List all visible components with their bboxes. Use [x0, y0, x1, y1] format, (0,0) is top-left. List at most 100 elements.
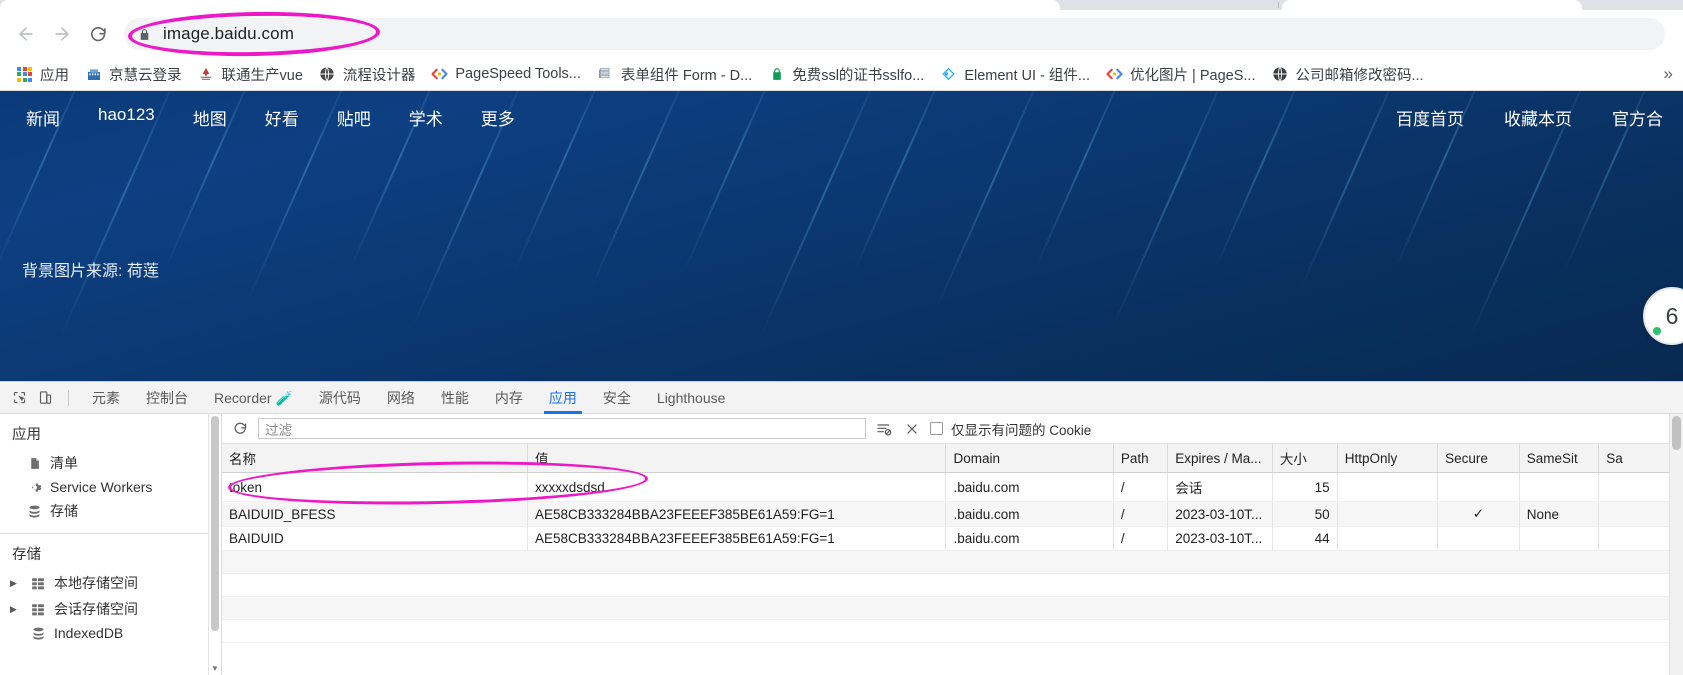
column-header-name[interactable]: 名称: [222, 444, 528, 473]
filter-input[interactable]: 过滤: [258, 418, 866, 439]
column-header-path[interactable]: Path: [1113, 444, 1169, 473]
bookmark-optimize-images[interactable]: 优化图片 | PageS...: [1098, 61, 1263, 88]
sidebar-item-storage[interactable]: 存储: [0, 498, 221, 524]
tab-lighthouse[interactable]: Lighthouse: [644, 382, 739, 414]
sidebar-item-service-workers[interactable]: Service Workers: [0, 476, 221, 498]
nav-item-official[interactable]: 官方合: [1612, 105, 1663, 130]
cell-name: BAIDUID_BFESS: [222, 501, 528, 527]
cell-value: xxxxxdsdsd: [527, 472, 947, 502]
browser-tab-other[interactable]: [1282, 0, 1582, 10]
bookmark-pagespeed-tools[interactable]: PageSpeed Tools...: [423, 63, 589, 86]
tab-network[interactable]: 网络: [374, 382, 428, 414]
bookmarks-overflow-button[interactable]: »: [1664, 64, 1673, 84]
database-icon: [26, 503, 42, 519]
devtools-tab-bar: 元素 控制台 Recorder 🧪 源代码 网络 性能 内存 应用 安全 Lig…: [0, 382, 1683, 414]
chevron-right-icon[interactable]: ▶: [10, 578, 22, 589]
url-text: image.baidu.com: [163, 24, 294, 43]
clear-filters-icon[interactable]: [874, 419, 894, 439]
nav-item-bookmark-page[interactable]: 收藏本页: [1504, 105, 1572, 130]
table-row[interactable]: BAIDUID_BFESS AE58CB333284BBA23FEEEF385B…: [222, 501, 1683, 527]
bookmark-flow-designer[interactable]: 流程设计器: [311, 61, 424, 88]
cookies-filter-bar: 过滤 仅显示有问题的 Cookie: [222, 414, 1683, 444]
sidebar-item-session-storage[interactable]: ▶ 会话存储空间: [0, 596, 221, 622]
nav-item-baidu-home[interactable]: 百度首页: [1396, 105, 1464, 130]
bookmark-jinghuiyun[interactable]: 京慧云登录: [77, 61, 190, 88]
bookmark-element-ui[interactable]: Element UI - 组件...: [932, 61, 1098, 88]
bookmark-label: PageSpeed Tools...: [455, 66, 581, 82]
reload-icon[interactable]: [80, 16, 116, 52]
column-header-expires[interactable]: Expires / Ma...: [1167, 444, 1273, 473]
code-icon: [431, 66, 448, 83]
filter-placeholder: 过滤: [265, 422, 292, 438]
device-toolbar-icon[interactable]: [32, 386, 58, 410]
column-header-secure[interactable]: Secure: [1437, 444, 1520, 473]
browser-tab-active[interactable]: [0, 0, 1060, 10]
tab-elements[interactable]: 元素: [79, 382, 133, 414]
sidebar-item-local-storage[interactable]: ▶ 本地存储空间: [0, 570, 221, 596]
cell-path: /: [1113, 526, 1169, 551]
bookmark-form-component[interactable]: 表单组件 Form - D...: [589, 61, 760, 88]
column-header-domain[interactable]: Domain: [945, 444, 1114, 473]
nav-item-academic[interactable]: 学术: [409, 105, 443, 130]
inspect-element-icon[interactable]: [6, 386, 32, 410]
baidu-nav-right: 百度首页 收藏本页 官方合: [1396, 105, 1663, 130]
table-row[interactable]: BAIDUID AE58CB333284BBA23FEEEF385BE61A59…: [222, 526, 1683, 551]
back-arrow-icon[interactable]: [8, 16, 44, 52]
table-header-row: 名称 值 Domain Path Expires / Ma... 大小 Http…: [222, 444, 1683, 473]
column-header-httponly[interactable]: HttpOnly: [1337, 444, 1439, 473]
sidebar-item-manifest[interactable]: 清单: [0, 450, 221, 476]
cookies-table-container: 名称 值 Domain Path Expires / Ma... 大小 Http…: [222, 444, 1683, 675]
table-row-empty: [222, 550, 1683, 574]
cell-value: AE58CB333284BBA23FEEEF385BE61A59:FG=1: [527, 501, 947, 527]
tab-console[interactable]: 控制台: [133, 382, 201, 414]
nav-item-haokan[interactable]: 好看: [265, 105, 299, 130]
table-row[interactable]: token xxxxxdsdsd .baidu.com / 会话 15: [222, 472, 1683, 502]
cell-httponly: [1337, 501, 1439, 527]
bookmark-apps[interactable]: 应用: [8, 61, 77, 88]
column-header-samesite[interactable]: SameSit: [1519, 444, 1600, 473]
bookmark-label: 公司邮箱修改密码...: [1295, 67, 1424, 84]
nav-item-more[interactable]: 更多: [481, 105, 515, 130]
cookies-table-scrollbar[interactable]: [1669, 414, 1683, 675]
tab-recorder[interactable]: Recorder 🧪: [201, 382, 306, 414]
cell-size: 50: [1272, 501, 1338, 527]
tab-memory[interactable]: 内存: [482, 382, 536, 414]
nav-item-tieba[interactable]: 贴吧: [337, 105, 371, 130]
bookmark-free-ssl[interactable]: 免费ssl的证书sslfo...: [760, 61, 932, 88]
close-x-icon[interactable]: [902, 419, 922, 439]
scroll-down-arrow[interactable]: ▼: [209, 664, 221, 673]
bookmark-company-email[interactable]: 公司邮箱修改密码...: [1263, 61, 1431, 88]
devtools-panel: 元素 控制台 Recorder 🧪 源代码 网络 性能 内存 应用 安全 Lig…: [0, 381, 1683, 675]
sidebar-item-label: 会话存储空间: [54, 601, 138, 617]
address-bar[interactable]: image.baidu.com: [124, 18, 1665, 50]
toolbar-divider: [68, 389, 69, 406]
table-grid-icon: [30, 601, 46, 617]
tab-sources[interactable]: 源代码: [306, 382, 374, 414]
element-icon: [940, 66, 957, 83]
cell-samesite: [1519, 472, 1600, 502]
scrollbar-thumb[interactable]: [211, 416, 219, 631]
bookmark-liantong-vue[interactable]: 联通生产vue: [190, 61, 311, 88]
tab-application[interactable]: 应用: [536, 382, 590, 414]
column-header-size[interactable]: 大小: [1272, 444, 1338, 473]
refresh-icon[interactable]: [230, 419, 250, 439]
sidebar-item-indexeddb[interactable]: IndexedDB: [0, 622, 221, 644]
sidebar-section-application: 应用: [12, 427, 41, 443]
only-show-problem-cookies-checkbox[interactable]: [930, 422, 943, 435]
column-header-value[interactable]: 值: [527, 444, 947, 473]
devtools-body: 应用 清单 Service Workers 存储 存储 ▶ 本地存储空间 ▶ 会…: [0, 414, 1683, 675]
nav-item-hao123[interactable]: hao123: [98, 105, 155, 130]
tab-security[interactable]: 安全: [590, 382, 644, 414]
bookmark-label: 优化图片 | PageS...: [1130, 67, 1256, 84]
sidebar-scrollbar[interactable]: ▲ ▼: [208, 414, 221, 675]
nav-item-map[interactable]: 地图: [193, 105, 227, 130]
chevron-right-icon[interactable]: ▶: [10, 604, 22, 615]
scrollbar-thumb[interactable]: [1672, 416, 1681, 450]
bookmark-label: 联通生产vue: [221, 67, 303, 84]
nav-item-news[interactable]: 新闻: [26, 105, 60, 130]
tab-performance[interactable]: 性能: [428, 382, 482, 414]
vue-icon: [198, 66, 215, 83]
globe-dark-icon: [1271, 66, 1288, 83]
forward-arrow-icon[interactable]: [44, 16, 80, 52]
cell-expires: 2023-03-10T...: [1167, 526, 1273, 551]
